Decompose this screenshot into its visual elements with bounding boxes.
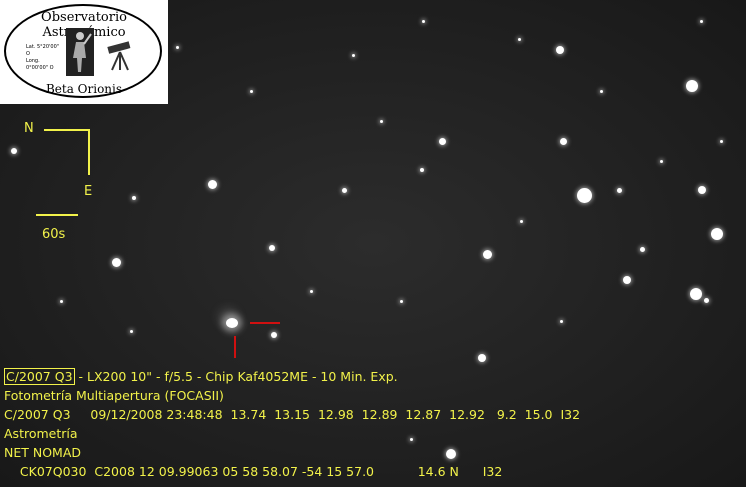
instrument-info: - LX200 10" - f/5.5 - Chip Kaf4052ME - 1… — [74, 369, 398, 384]
star — [380, 120, 383, 123]
north-line — [44, 129, 90, 131]
comet-target — [226, 318, 238, 328]
star — [130, 330, 133, 333]
star — [132, 196, 136, 200]
star — [556, 46, 564, 54]
star — [420, 168, 424, 172]
star — [410, 438, 413, 441]
logo-coord-lat: Lat. 5°20'00" O — [26, 44, 60, 57]
east-line — [88, 129, 90, 175]
logo-coordinates: Lat. 5°20'00" O Long. 0°00'00" O — [26, 44, 62, 72]
caption-line-2: Fotometría Multiapertura (FOCASII) — [4, 388, 224, 403]
scale-bar — [36, 214, 78, 216]
star — [422, 20, 425, 23]
star — [478, 354, 486, 362]
star — [698, 186, 706, 194]
star — [271, 332, 277, 338]
star — [690, 288, 702, 300]
star — [518, 38, 521, 41]
star — [660, 160, 663, 163]
star — [269, 245, 275, 251]
star — [704, 298, 709, 303]
astro-image: Observatorio Astronómico Lat. 5°20'00" O… — [0, 0, 746, 487]
star — [617, 188, 622, 193]
star — [560, 320, 563, 323]
east-label: E — [84, 184, 93, 199]
star — [352, 54, 355, 57]
star — [310, 290, 313, 293]
caption-line-1: C/2007 Q3 - LX200 10" - f/5.5 - Chip Kaf… — [4, 367, 398, 386]
orion-figure-icon — [66, 28, 94, 76]
observatory-logo: Observatorio Astronómico Lat. 5°20'00" O… — [0, 0, 168, 104]
caption-line-3: C/2007 Q3 09/12/2008 23:48:48 13.74 13.1… — [4, 407, 581, 422]
caption-line-6: CK07Q030 C2008 12 09.99063 05 58 58.07 -… — [4, 464, 503, 479]
star — [520, 220, 523, 223]
star — [342, 188, 347, 193]
star — [483, 250, 492, 259]
star — [686, 80, 698, 92]
star — [600, 90, 603, 93]
star — [577, 188, 592, 203]
star — [711, 228, 723, 240]
caption-line-5: NET NOMAD — [4, 445, 82, 460]
star — [250, 90, 253, 93]
star — [439, 138, 446, 145]
telescope-icon — [104, 38, 136, 72]
marker-vertical — [234, 336, 236, 358]
star — [11, 148, 17, 154]
star — [400, 300, 403, 303]
object-name: C/2007 Q3 — [4, 368, 75, 385]
star — [208, 180, 217, 189]
marker-horizontal — [250, 322, 280, 324]
star — [623, 276, 631, 284]
star — [560, 138, 567, 145]
star — [640, 247, 645, 252]
north-label: N — [24, 121, 34, 136]
star — [700, 20, 703, 23]
star — [112, 258, 121, 267]
star — [446, 449, 456, 459]
star — [720, 140, 723, 143]
star — [60, 300, 63, 303]
logo-coord-long: Long. 0°00'00" O — [26, 58, 54, 71]
logo-subtitle: Beta Orionis — [45, 82, 123, 96]
scale-label: 60s — [42, 227, 66, 242]
caption-line-4: Astrometría — [4, 426, 78, 441]
star — [176, 46, 179, 49]
